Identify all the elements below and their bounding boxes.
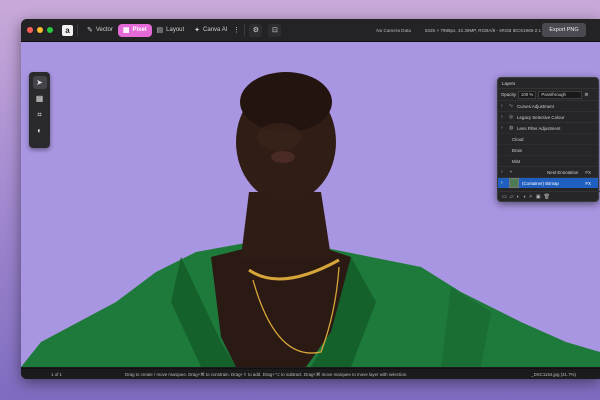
layers-panel-title: Layers — [498, 78, 598, 89]
sublayer-row[interactable]: Cloud — [498, 133, 598, 144]
top-toolbar: a ✎ Vector ▦ Pixel ▤ Layout ✦ Canva AI ⋮… — [21, 19, 600, 42]
pixel-layer-sub: Bitmap — [545, 180, 559, 186]
adjustment-icon[interactable]: ◑ — [523, 194, 526, 200]
persona-canva-ai-label: Canva AI — [203, 27, 228, 33]
layer-name: Lens Filter Adjustment — [517, 125, 561, 131]
layer-row[interactable]: › ◑ Nest Ennotation FX — [498, 166, 598, 177]
layer-row[interactable]: › ∿ Curves Adjustment — [498, 100, 598, 111]
persona-layout[interactable]: ▤ Layout — [152, 24, 190, 37]
divider — [244, 24, 246, 36]
curves-icon: ∿ — [509, 103, 514, 109]
status-bar: 1 of 1 Drag to create / move marquee. Dr… — [21, 368, 600, 379]
folder-icon[interactable]: ▱ — [510, 194, 514, 200]
app-window: a ✎ Vector ▦ Pixel ▤ Layout ✦ Canva AI ⋮… — [21, 19, 600, 379]
sparkle-icon: ✦ — [194, 27, 201, 34]
add-layer-icon[interactable]: ▭ — [502, 194, 507, 200]
persona-vector[interactable]: ✎ Vector — [82, 24, 118, 37]
layers-footer: ▭ ▱ ◐ ◑ ✧ ▣ 🗑 — [498, 191, 600, 201]
minimize-window-button[interactable] — [37, 27, 43, 33]
export-button[interactable]: Export PNG — [542, 23, 586, 37]
pixel-layer-label: (Container) — [522, 180, 544, 186]
zoom-window-button[interactable] — [47, 27, 53, 33]
settings-icon[interactable]: ⚙ — [584, 92, 588, 98]
app-logo-icon[interactable]: a — [62, 24, 73, 36]
persona-layout-label: Layout — [166, 27, 185, 33]
tools-panel: ➤ ▦ ⌗ ◐ — [29, 72, 50, 148]
move-tool-icon[interactable]: ➤ — [32, 76, 47, 89]
grid-tool-icon[interactable]: ▦ — [33, 92, 47, 105]
fx-badge[interactable]: FX — [585, 170, 591, 175]
layer-name: (Container) Bitmap — [522, 181, 582, 186]
layer-name: Nest Ennotation — [547, 169, 579, 175]
more-options-icon[interactable]: ⋮ — [232, 24, 240, 37]
layer-row[interactable]: › ◎ Legacy Selective Colour — [498, 111, 598, 122]
persona-pixel-label: Pixel — [132, 27, 147, 33]
assistant-icon[interactable]: ⚙ — [249, 23, 263, 37]
layer-name: Legacy Selective Colour — [517, 114, 565, 120]
layer-row-selected[interactable]: › (Container) Bitmap FX — [498, 177, 598, 188]
camera-data-label: No Camera Data — [376, 27, 411, 33]
persona-pixel[interactable]: ▦ Pixel — [117, 23, 152, 37]
mask-icon[interactable]: ◐ — [517, 194, 520, 200]
delete-icon[interactable]: 🗑 — [544, 194, 550, 200]
fx-badge[interactable]: FX — [585, 181, 591, 186]
paint-tool-icon[interactable]: ◐ — [33, 124, 47, 137]
layout-icon: ▤ — [156, 27, 164, 34]
tool-hint: Drag to create / move marquee. Drag+⌘ to… — [125, 371, 408, 377]
document-canvas[interactable]: ➤ ▦ ⌗ ◐ Layers Opacity 100 % Passthrough… — [21, 42, 600, 367]
layer-thumbnail — [509, 178, 519, 188]
persona-canva-ai[interactable]: ✦ Canva AI — [189, 24, 232, 37]
export-button-label: Export PNG — [549, 27, 579, 33]
lens-filter-icon: ◍ — [509, 125, 514, 131]
expand-icon[interactable]: › — [501, 169, 506, 175]
expand-icon[interactable]: › — [501, 125, 506, 131]
opacity-label: Opacity — [501, 92, 516, 97]
page-indicator[interactable]: 1 of 1 — [51, 372, 85, 377]
live-filter-icon[interactable]: ▣ — [536, 194, 541, 200]
vector-icon: ✎ — [87, 27, 93, 34]
expand-icon[interactable]: › — [501, 180, 506, 186]
blend-mode-select[interactable]: Passthrough — [538, 90, 583, 99]
file-name: _DSC1154.jpg (21.7%) — [531, 372, 576, 377]
expand-icon[interactable]: › — [501, 114, 506, 120]
window-controls — [27, 27, 53, 33]
close-window-button[interactable] — [27, 27, 33, 33]
pixel-icon: ▦ — [122, 27, 130, 34]
fx-icon[interactable]: ✧ — [529, 194, 533, 200]
layers-panel: Layers Opacity 100 % Passthrough ⚙ › ∿ C… — [497, 77, 600, 202]
persona-vector-label: Vector — [95, 27, 113, 33]
opacity-row: Opacity 100 % Passthrough ⚙ — [498, 89, 598, 100]
half-circle-icon: ◑ — [509, 169, 513, 175]
divider — [77, 24, 78, 36]
expand-icon[interactable]: › — [501, 103, 506, 109]
layer-row[interactable]: › ◍ Lens Filter Adjustment — [498, 122, 598, 133]
sublayer-row[interactable]: Mist — [498, 155, 598, 166]
selective-colour-icon: ◎ — [509, 114, 514, 120]
crop-tool-icon[interactable]: ⌗ — [33, 108, 47, 121]
document-info: 5325 × 7988px, 42.39MP, RGBA/8 - sRGB IE… — [424, 27, 542, 33]
layer-name: Curves Adjustment — [517, 103, 554, 109]
frame-icon[interactable]: ⊡ — [268, 23, 282, 37]
opacity-input[interactable]: 100 % — [517, 90, 537, 99]
sublayer-row[interactable]: Brais — [498, 144, 598, 155]
